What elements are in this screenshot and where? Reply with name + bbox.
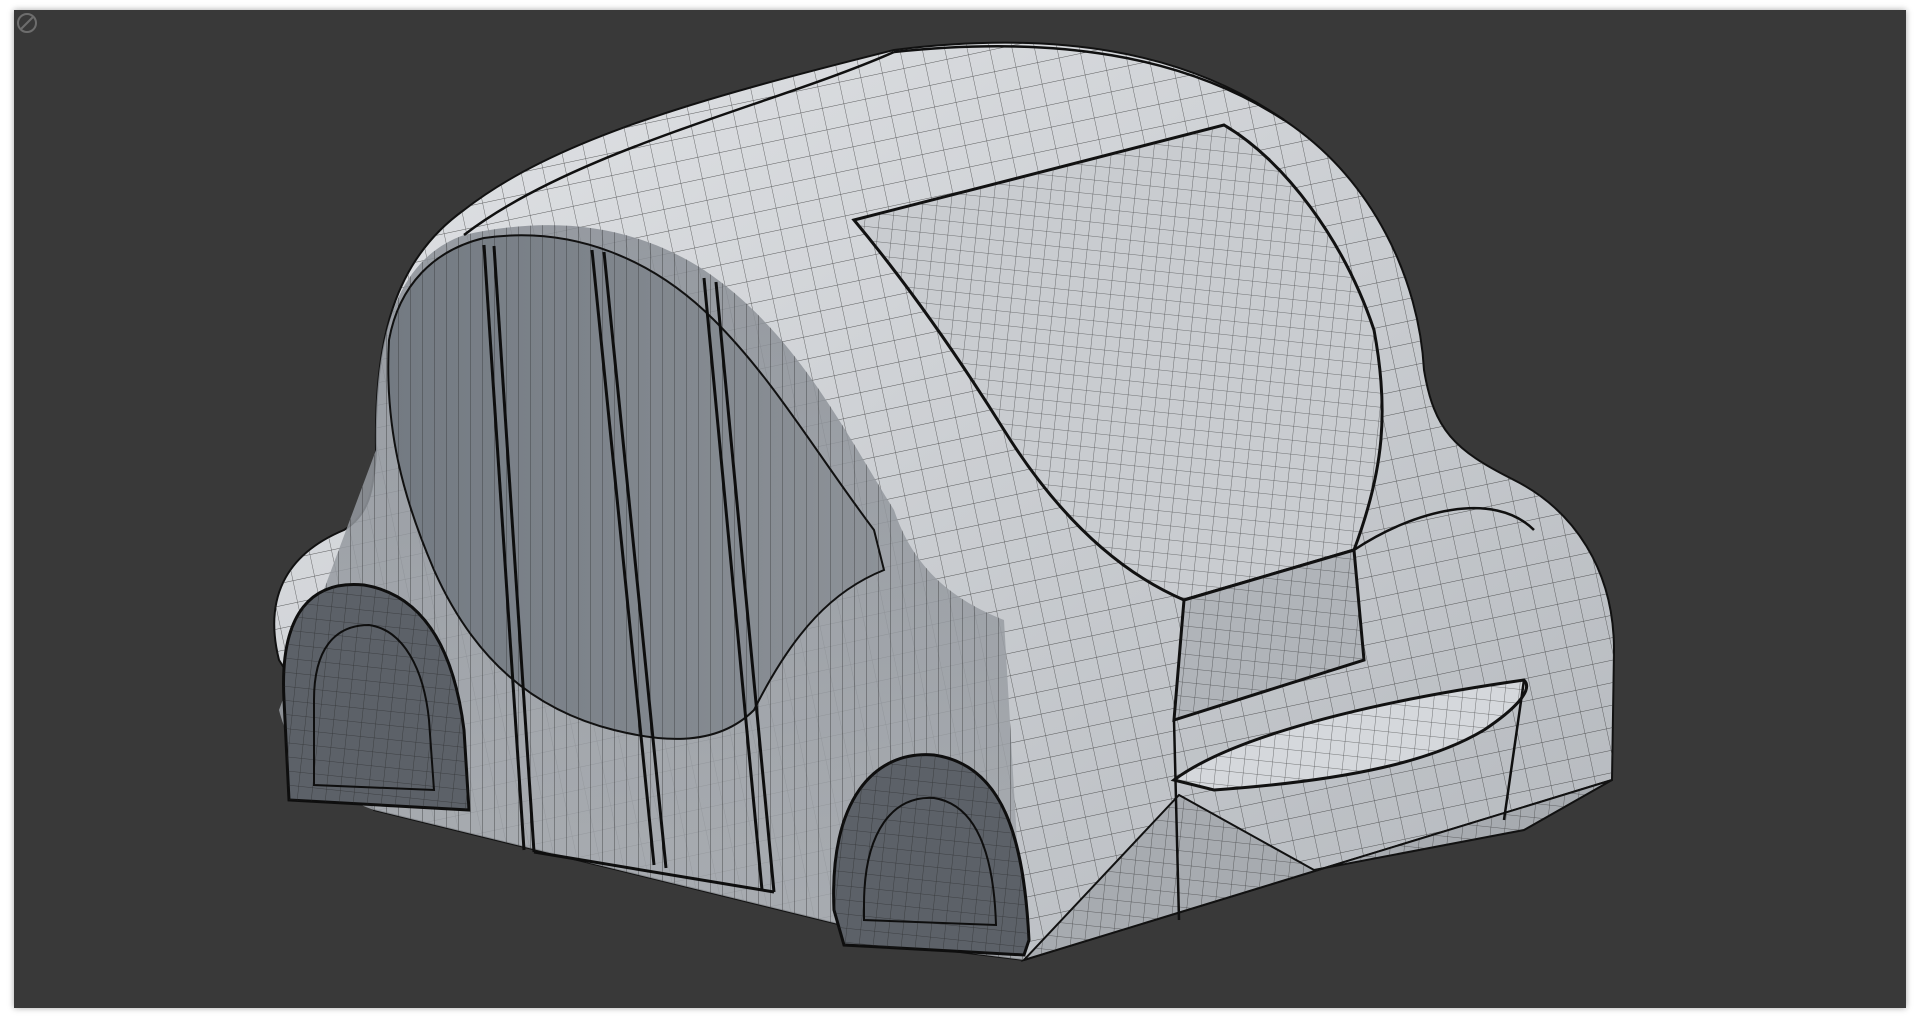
view-gizmo-icon[interactable] <box>14 10 40 36</box>
viewport-frame <box>14 10 1906 1008</box>
3d-viewport[interactable] <box>14 10 1906 1008</box>
vehicle-mesh-render <box>273 41 1616 963</box>
